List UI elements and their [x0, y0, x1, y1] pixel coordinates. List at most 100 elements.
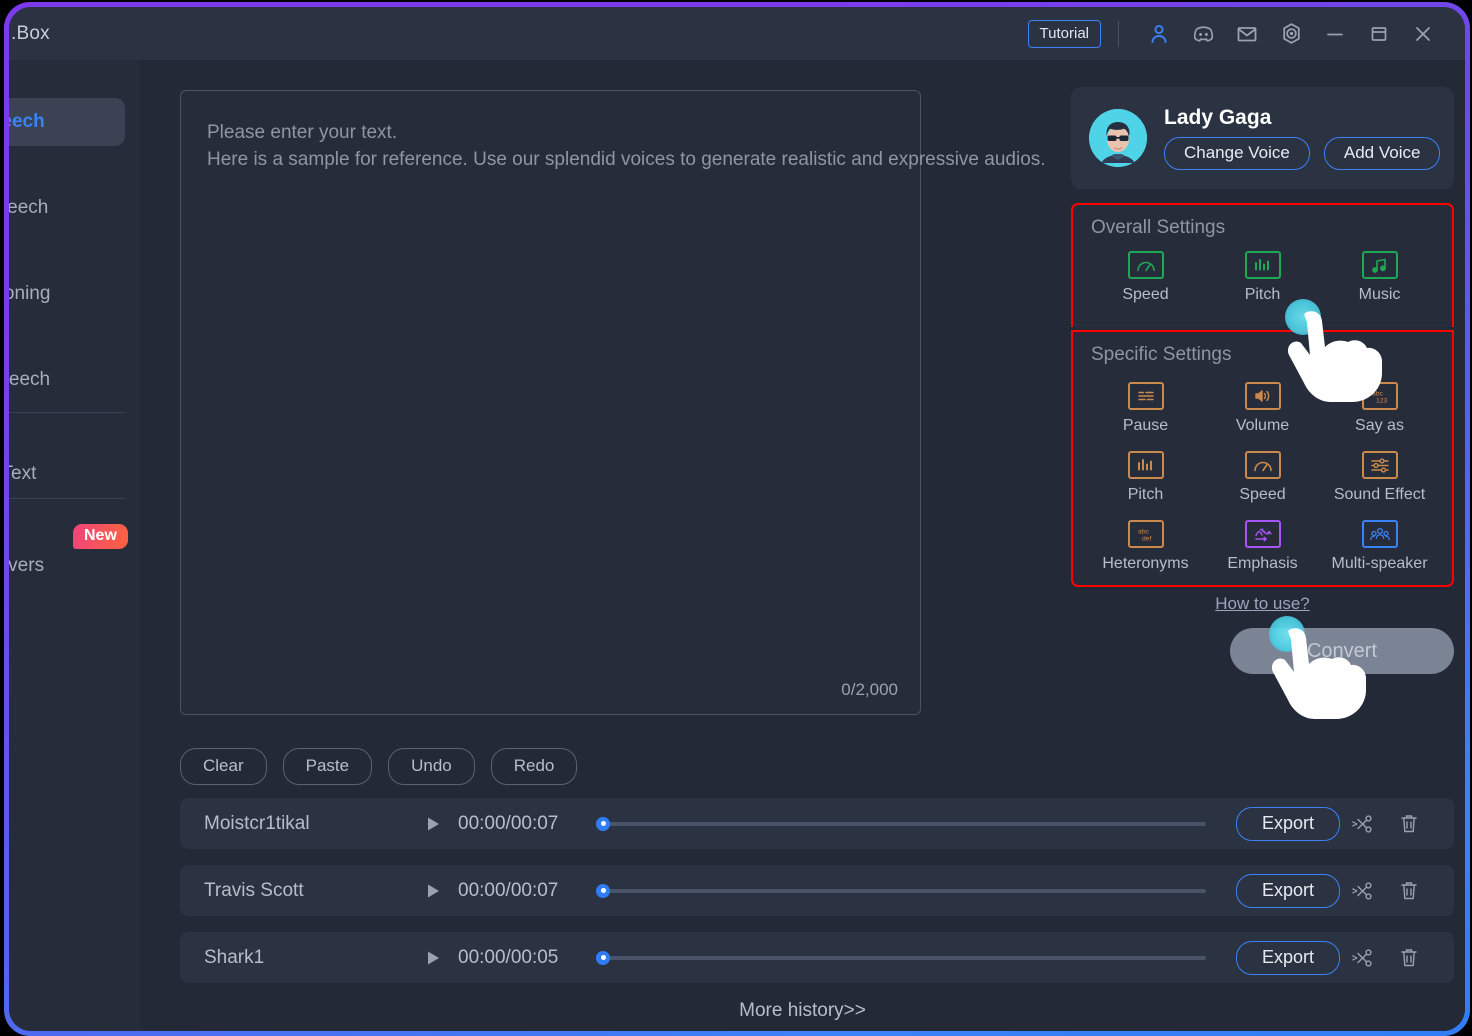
specific-heteronyms-button[interactable]: abc def Heteronyms	[1087, 520, 1204, 573]
mail-icon[interactable]	[1225, 14, 1269, 54]
sliders-icon	[1361, 451, 1398, 479]
pause-lines-icon	[1127, 382, 1164, 410]
specific-settings-title: Specific Settings	[1091, 344, 1232, 365]
svg-text:abc: abc	[1138, 529, 1150, 536]
specific-sound-effect-button[interactable]: Sound Effect	[1321, 451, 1438, 504]
avatar	[1089, 109, 1147, 167]
app-window: .Box Tutorial ech eech oning eech ext ve…	[4, 2, 1470, 1036]
settings-icon[interactable]	[1269, 14, 1313, 54]
export-button[interactable]: Export	[1235, 806, 1340, 841]
table-row: Shark1 00:00/00:05 Export	[180, 932, 1454, 983]
specific-emphasis-button[interactable]: Emphasis	[1204, 520, 1321, 573]
specific-settings-grid: Pause Volume abc 123 Say as Pitch Speed …	[1073, 366, 1452, 589]
slider-knob[interactable]	[596, 816, 610, 831]
slider-knob[interactable]	[596, 883, 610, 898]
specific-volume-label: Volume	[1235, 417, 1290, 434]
change-voice-button[interactable]: Change Voice	[1164, 137, 1310, 170]
sidebar-item-speech-to-text[interactable]: Speech to Text	[9, 450, 125, 498]
cut-icon[interactable]	[1340, 946, 1386, 970]
play-icon[interactable]	[416, 882, 450, 900]
cut-icon[interactable]	[1340, 879, 1386, 903]
sidebar-item-voice-to-speech[interactable]: Voice to Speech	[9, 184, 125, 232]
titlebar-divider	[1118, 20, 1119, 47]
specific-sayas-label: Say as	[1355, 417, 1404, 434]
specific-heteronyms-label: Heteronyms	[1102, 555, 1189, 572]
cut-icon[interactable]	[1340, 812, 1386, 836]
hand-cursor-lower	[1271, 628, 1366, 719]
slider-knob[interactable]	[596, 950, 610, 965]
overall-speed-button[interactable]: Speed	[1087, 251, 1204, 304]
titlebar-controls: Tutorial	[1027, 7, 1465, 60]
export-button[interactable]: Export	[1235, 940, 1340, 975]
close-icon[interactable]	[1401, 14, 1445, 54]
specific-pause-button[interactable]: Pause	[1087, 382, 1204, 435]
arrows-icon	[1244, 520, 1281, 548]
tutorial-button[interactable]: Tutorial	[1027, 19, 1101, 48]
gauge-icon	[1244, 451, 1281, 479]
redo-button[interactable]: Redo	[490, 748, 578, 785]
progress-slider[interactable]	[596, 949, 1206, 967]
gauge-icon	[1127, 251, 1164, 279]
new-badge: New	[73, 524, 128, 549]
progress-slider[interactable]	[596, 815, 1206, 833]
placeholder-line-1: Please enter your text.	[207, 122, 398, 143]
delete-icon[interactable]	[1386, 812, 1432, 836]
overall-pitch-button[interactable]: Pitch	[1204, 251, 1321, 304]
voice-card: Lady Gaga Change Voice Add Voice	[1071, 87, 1454, 189]
history-item-name: Moistcr1tikal	[204, 812, 310, 834]
voice-buttons: Change Voice Add Voice	[1164, 137, 1441, 170]
specific-emphasis-label: Emphasis	[1227, 555, 1298, 572]
specific-pitch-button[interactable]: Pitch	[1087, 451, 1204, 504]
overall-speed-label: Speed	[1122, 286, 1169, 303]
overall-settings-title: Overall Settings	[1091, 217, 1226, 238]
overall-settings-panel: Overall Settings Speed Pitch Music	[1071, 203, 1454, 327]
discord-icon[interactable]	[1181, 14, 1225, 54]
overall-pitch-label: Pitch	[1244, 286, 1281, 303]
sidebar-divider-2	[9, 498, 125, 499]
more-history-link[interactable]: More history>>	[140, 1000, 1465, 1022]
character-counter: 0/2,000	[841, 680, 898, 699]
abcdef-icon: abc def	[1127, 520, 1164, 548]
voice-name: Lady Gaga	[1164, 106, 1272, 129]
svg-text:def: def	[1142, 536, 1152, 543]
sidebar-item-ai-song-covers[interactable]: AI Song Covers	[9, 542, 125, 590]
bars-icon	[1127, 451, 1164, 479]
overall-music-label: Music	[1358, 286, 1401, 303]
table-row: Travis Scott 00:00/00:07 Export	[180, 865, 1454, 916]
main-content: Please enter your text. Here is a sample…	[140, 60, 1465, 1031]
play-icon[interactable]	[416, 815, 450, 833]
sidebar-item-text-to-speech[interactable]: Text to Speech	[9, 98, 125, 146]
overall-music-button[interactable]: Music	[1321, 251, 1438, 304]
title-bar: .Box Tutorial	[9, 7, 1465, 60]
delete-icon[interactable]	[1386, 879, 1432, 903]
how-to-use-link[interactable]: How to use?	[1071, 594, 1454, 614]
placeholder-line-2: Here is a sample for reference. Use our …	[207, 149, 1046, 170]
play-icon[interactable]	[416, 949, 450, 967]
delete-icon[interactable]	[1386, 946, 1432, 970]
clear-button[interactable]: Clear	[180, 748, 267, 785]
sidebar: Text to Speech Voice to Speech AI Voice …	[9, 60, 140, 1031]
hand-cursor-upper	[1287, 311, 1382, 402]
specific-multi-speaker-button[interactable]: Multi-speaker	[1321, 520, 1438, 573]
export-button[interactable]: Export	[1235, 873, 1340, 908]
text-input-area[interactable]: Please enter your text. Here is a sample…	[180, 90, 1046, 715]
add-voice-button[interactable]: Add Voice	[1323, 137, 1441, 170]
specific-speed-label: Speed	[1239, 486, 1286, 503]
music-note-icon	[1361, 251, 1398, 279]
voice-meta: Lady Gaga Change Voice Add Voice	[1164, 106, 1441, 170]
sidebar-item-ai-voice-cloning[interactable]: AI Voice Cloning	[9, 270, 125, 318]
minimize-icon[interactable]	[1313, 14, 1357, 54]
overall-settings-grid: Speed Pitch Music	[1073, 239, 1452, 320]
specific-multi-speaker-label: Multi-speaker	[1331, 555, 1428, 572]
app-title: .Box	[11, 22, 50, 44]
slider-track	[596, 955, 1206, 960]
specific-sound-effect-label: Sound Effect	[1333, 486, 1426, 503]
undo-button[interactable]: Undo	[388, 748, 475, 785]
sidebar-item-video-to-speech[interactable]: Video to Speech	[9, 356, 125, 404]
specific-speed-button[interactable]: Speed	[1204, 451, 1321, 504]
paste-button[interactable]: Paste	[282, 748, 373, 785]
account-icon[interactable]	[1137, 14, 1181, 54]
speaker-icon	[1244, 382, 1281, 410]
maximize-icon[interactable]	[1357, 14, 1401, 54]
progress-slider[interactable]	[596, 882, 1206, 900]
